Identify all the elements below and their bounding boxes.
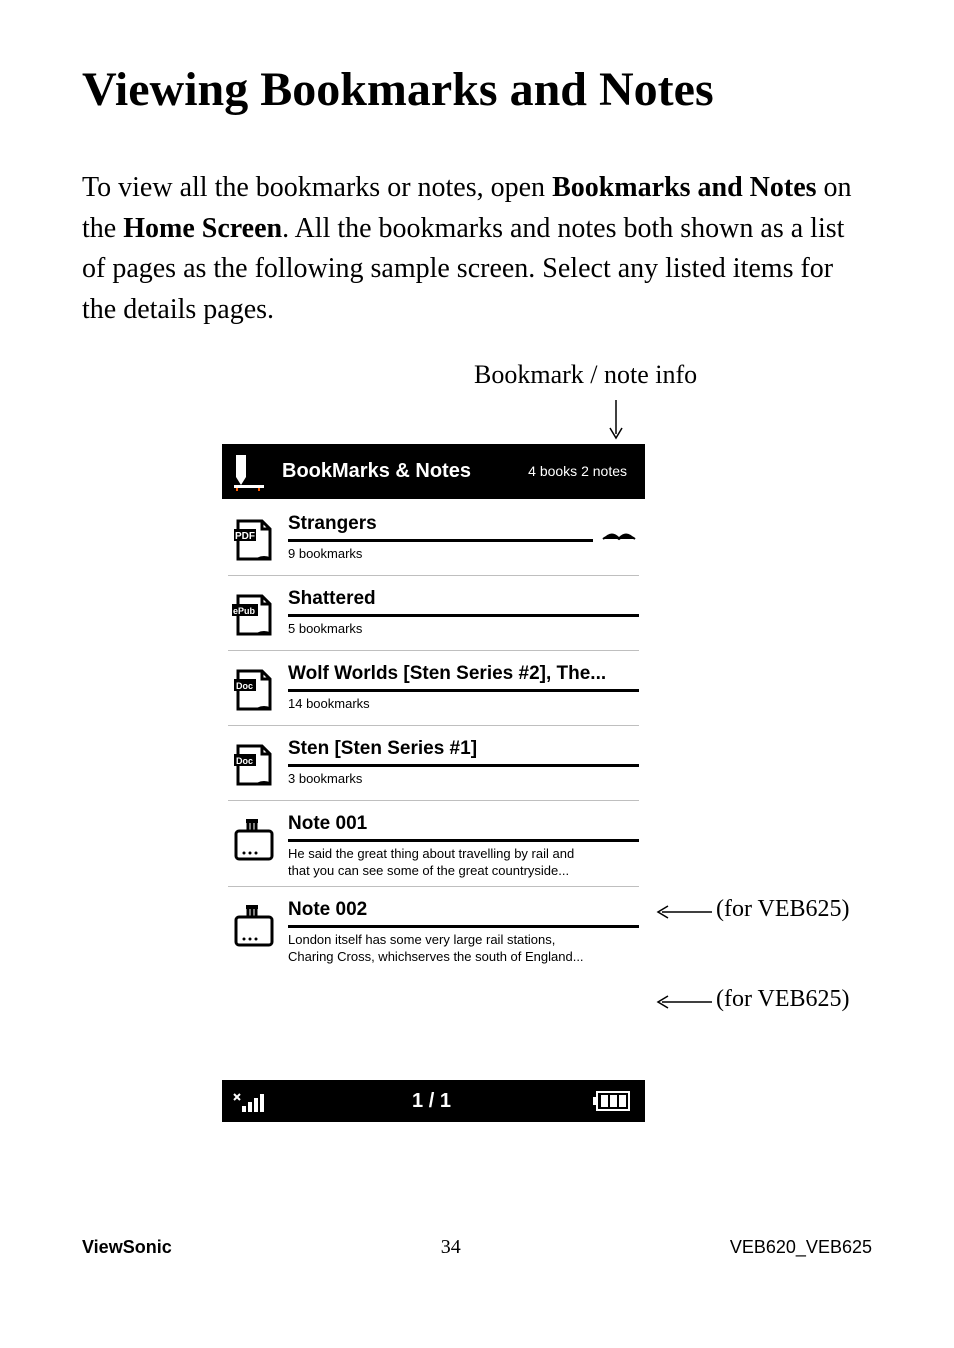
item-title: Note 002: [288, 899, 639, 921]
title-underline: [288, 614, 639, 617]
title-underline: [288, 925, 639, 928]
doc-pdf-icon: PDF: [228, 515, 280, 567]
callout-model-1: (for VEB625): [716, 896, 850, 923]
list-item[interactable]: ePub Shattered 5 bookmarks: [222, 576, 645, 650]
svg-text:Doc: Doc: [236, 756, 253, 766]
item-subtitle: He said the great thing about travelling…: [288, 846, 639, 861]
note-icon: [228, 901, 280, 953]
note-icon: [228, 815, 280, 867]
item-subtitle: London itself has some very large rail s…: [288, 932, 639, 947]
arrow-down-icon: [606, 398, 626, 442]
page-heading: Viewing Bookmarks and Notes: [82, 62, 714, 117]
manual-page: Viewing Bookmarks and Notes To view all …: [0, 0, 954, 1348]
item-subtitle: 5 bookmarks: [288, 621, 639, 636]
item-title: Shattered: [288, 588, 639, 610]
item-subtitle: 3 bookmarks: [288, 771, 639, 786]
arrow-left-icon: [654, 994, 714, 1010]
list-item-body: Sten [Sten Series #1] 3 bookmarks: [288, 738, 639, 786]
list-item-body: Note 002 London itself has some very lar…: [288, 899, 639, 964]
list-item[interactable]: Doc Sten [Sten Series #1] 3 bookmarks: [222, 726, 645, 800]
item-title: Strangers: [288, 513, 593, 535]
page-indicator: 1 / 1: [272, 1090, 591, 1113]
item-title: Wolf Worlds [Sten Series #2], The...: [288, 663, 639, 685]
device-screen: BookMarks & Notes 4 books 2 notes PDF St…: [222, 444, 645, 1122]
intro-paragraph: To view all the bookmarks or notes, open…: [82, 168, 874, 330]
list-item[interactable]: Note 002 London itself has some very lar…: [222, 887, 645, 972]
screen-info-count: 4 books 2 notes: [528, 463, 627, 479]
footer-brand: ViewSonic: [82, 1237, 172, 1258]
footer-page-number: 34: [172, 1236, 730, 1259]
item-title: Sten [Sten Series #1]: [288, 738, 639, 760]
title-underline: [288, 539, 593, 542]
footer-model: VEB620_VEB625: [730, 1237, 872, 1258]
svg-text:PDF: PDF: [235, 531, 255, 542]
list-item[interactable]: Doc Wolf Worlds [Sten Series #2], The...…: [222, 651, 645, 725]
list-item-body: Wolf Worlds [Sten Series #2], The... 14 …: [288, 663, 639, 711]
list-item[interactable]: Note 001 He said the great thing about t…: [222, 801, 645, 886]
battery-icon: [591, 1088, 637, 1114]
signal-icon: [228, 1086, 272, 1116]
doc-doc-icon: Doc: [228, 740, 280, 792]
svg-text:Doc: Doc: [236, 681, 253, 691]
item-subtitle: 9 bookmarks: [288, 546, 593, 561]
title-underline: [288, 839, 639, 842]
screen-footer: 1 / 1: [222, 1080, 645, 1122]
bookmarks-header-icon: [230, 451, 270, 491]
item-subtitle-2: that you can see some of the great count…: [288, 863, 639, 878]
page-footer: ViewSonic 34 VEB620_VEB625: [82, 1236, 872, 1259]
list-item-body: Shattered 5 bookmarks: [288, 588, 639, 636]
doc-epub-icon: ePub: [228, 590, 280, 642]
callout-model-2: (for VEB625): [716, 986, 850, 1013]
item-subtitle-2: Charing Cross, whichserves the south of …: [288, 949, 639, 964]
screen-title: BookMarks & Notes: [282, 460, 471, 483]
item-title: Note 001: [288, 813, 639, 835]
doc-doc-icon: Doc: [228, 665, 280, 717]
item-subtitle: 14 bookmarks: [288, 696, 639, 711]
svg-text:ePub: ePub: [233, 606, 256, 616]
arrow-left-icon: [654, 904, 714, 920]
intro-bold-1: Bookmarks and Notes: [552, 172, 816, 203]
currently-reading-icon: [599, 519, 639, 545]
callout-bookmark-note-info: Bookmark / note info: [474, 360, 697, 390]
title-underline: [288, 689, 639, 692]
title-underline: [288, 764, 639, 767]
list-item-body: Note 001 He said the great thing about t…: [288, 813, 639, 878]
intro-bold-2: Home Screen: [123, 213, 282, 244]
bookmark-note-list: PDF Strangers 9 bookmarks ePub Shatte: [222, 499, 645, 972]
list-item[interactable]: PDF Strangers 9 bookmarks: [222, 501, 645, 575]
intro-text-1: To view all the bookmarks or notes, open: [82, 172, 552, 203]
screen-header: BookMarks & Notes 4 books 2 notes: [222, 444, 645, 498]
list-item-body: Strangers 9 bookmarks: [288, 513, 593, 561]
